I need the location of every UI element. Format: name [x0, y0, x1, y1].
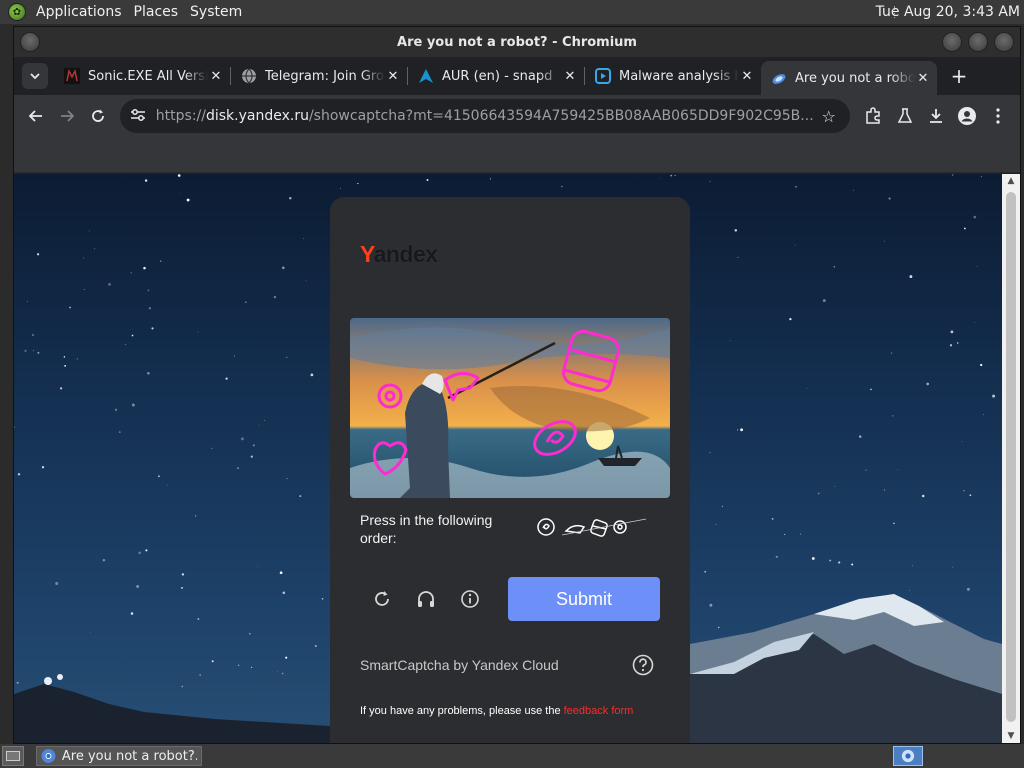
browser-menu-button[interactable] [983, 99, 1014, 133]
show-desktop-button[interactable] [2, 746, 24, 766]
page-content: Yandex Press in the following order: Sub… [14, 174, 1002, 743]
labs-button[interactable] [889, 99, 920, 133]
audio-captcha-button[interactable] [412, 585, 440, 613]
reload-icon [92, 109, 105, 122]
minimize-button[interactable] [942, 32, 962, 52]
scroll-down-icon[interactable]: ▼ [1002, 729, 1020, 743]
captcha-card: Yandex Press in the following order: Sub… [330, 197, 690, 743]
url-path: /showcaptcha?mt=41506643594A759425BB08AA… [308, 108, 814, 124]
url-scheme: https:// [155, 108, 206, 124]
avatar-icon [958, 107, 977, 125]
maximize-button[interactable] [968, 32, 988, 52]
chromium-icon [901, 749, 915, 763]
kebab-menu-icon [996, 108, 1000, 124]
tab-captcha[interactable]: Are you not a robot? ✕ [761, 61, 937, 95]
submit-button[interactable]: Submit [508, 577, 660, 621]
globe-icon [241, 68, 257, 84]
tab-close-icon[interactable]: ✕ [915, 71, 931, 86]
tab-search-button[interactable] [22, 63, 48, 89]
extensions-button[interactable] [858, 99, 889, 133]
downloads-button[interactable] [920, 99, 951, 133]
taskbar-window-button[interactable]: Are you not a robot?... [36, 746, 202, 766]
yandex-disk-icon [771, 70, 787, 86]
captcha-image[interactable] [350, 318, 670, 498]
refresh-captcha-button[interactable] [368, 585, 396, 613]
help-icon[interactable] [632, 654, 654, 676]
flask-icon [897, 108, 912, 123]
tab-close-icon[interactable]: ✕ [208, 69, 224, 84]
panel-clock[interactable]: Tue Aug 20, 3:43 AM [876, 0, 1020, 24]
menu-system[interactable]: System [184, 0, 248, 24]
tab-aur[interactable]: AUR (en) - snapd ✕ [408, 61, 584, 91]
tab-close-icon[interactable]: ✕ [385, 69, 401, 84]
chevron-down-icon [30, 72, 40, 79]
download-icon [929, 109, 942, 123]
browser-toolbar: https://disk.yandex.ru/showcaptcha?mt=41… [14, 95, 1020, 137]
tab-sonic[interactable]: Sonic.EXE All Versions ✕ [54, 61, 230, 91]
sonic-favicon-icon [64, 68, 80, 84]
bookmark-star-icon[interactable]: ☆ [814, 107, 844, 126]
window-titlebar[interactable]: Are you not a robot? - Chromium [14, 27, 1020, 57]
info-icon [461, 590, 479, 608]
arch-icon [418, 68, 434, 84]
workspace-switcher[interactable] [893, 746, 923, 766]
tab-telegram[interactable]: Telegram: Join Group Chat ✕ [231, 61, 407, 91]
chromium-window: Are you not a robot? - Chromium Sonic.EX… [13, 26, 1021, 744]
yandex-logo: Yandex [360, 241, 438, 268]
taskbar-window-label: Are you not a robot?... [61, 748, 197, 764]
tab-label: Sonic.EXE All Versions [88, 68, 208, 84]
order-instruction: Press in the following order: [360, 512, 493, 546]
forward-button[interactable] [51, 99, 82, 133]
profile-button[interactable] [951, 99, 982, 133]
scroll-up-icon[interactable]: ▲ [1002, 174, 1020, 188]
tab-label: Telegram: Join Group Chat [265, 68, 385, 84]
page-scrollbar[interactable]: ▲ ▼ [1002, 174, 1020, 743]
arrow-left-icon [28, 110, 42, 122]
tab-label: AUR (en) - snapd [442, 68, 553, 84]
menu-applications[interactable]: Applications [30, 0, 128, 24]
refresh-icon [375, 591, 389, 606]
scrollbar-thumb[interactable] [1006, 192, 1016, 722]
site-info-icon[interactable] [130, 108, 152, 125]
window-title: Are you not a robot? - Chromium [397, 34, 637, 50]
menu-places[interactable]: Places [128, 0, 185, 24]
problem-notice: If you have any problems, please use the… [360, 703, 650, 719]
bookmark-bar [14, 137, 1020, 173]
tab-close-icon[interactable]: ✕ [739, 69, 755, 84]
distro-logo-icon[interactable]: ✿ [8, 3, 26, 21]
tab-close-icon[interactable]: ✕ [562, 69, 578, 84]
any-run-icon [595, 68, 611, 84]
back-button[interactable] [20, 99, 51, 133]
problem-prefix: If you have any problems, please use the [360, 705, 564, 717]
logo-text: andex [373, 241, 438, 267]
puzzle-icon [866, 107, 881, 124]
order-icon-sequence [537, 518, 647, 537]
logo-letter: Y [360, 241, 374, 267]
smartcaptcha-credit: SmartCaptcha by Yandex Cloud [360, 657, 559, 673]
chromium-icon [41, 749, 56, 763]
headphones-icon [418, 591, 434, 607]
new-tab-button[interactable]: + [945, 62, 973, 90]
url-host: disk.yandex.ru [205, 108, 309, 124]
top-panel: ✿ Applications Places System Tue Aug 20,… [0, 0, 1024, 24]
tab-strip: Sonic.EXE All Versions ✕ Telegram: Join … [14, 57, 1020, 95]
feedback-form-link[interactable]: feedback form [564, 705, 634, 717]
url-text[interactable]: https://disk.yandex.ru/showcaptcha?mt=41… [156, 108, 814, 124]
desktop-icon [6, 751, 20, 761]
reload-button[interactable] [83, 99, 114, 133]
tab-label: Malware analysis https [619, 68, 739, 84]
address-bar[interactable]: https://disk.yandex.ru/showcaptcha?mt=41… [119, 99, 850, 133]
tab-label: Are you not a robot? [795, 70, 915, 86]
tab-malware-analysis[interactable]: Malware analysis https ✕ [585, 61, 761, 91]
close-window-button[interactable] [994, 32, 1014, 52]
bottom-panel: Are you not a robot?... [0, 744, 1024, 768]
window-menu-button[interactable] [20, 32, 40, 52]
arrow-right-icon [60, 110, 75, 122]
info-button[interactable] [456, 585, 484, 613]
